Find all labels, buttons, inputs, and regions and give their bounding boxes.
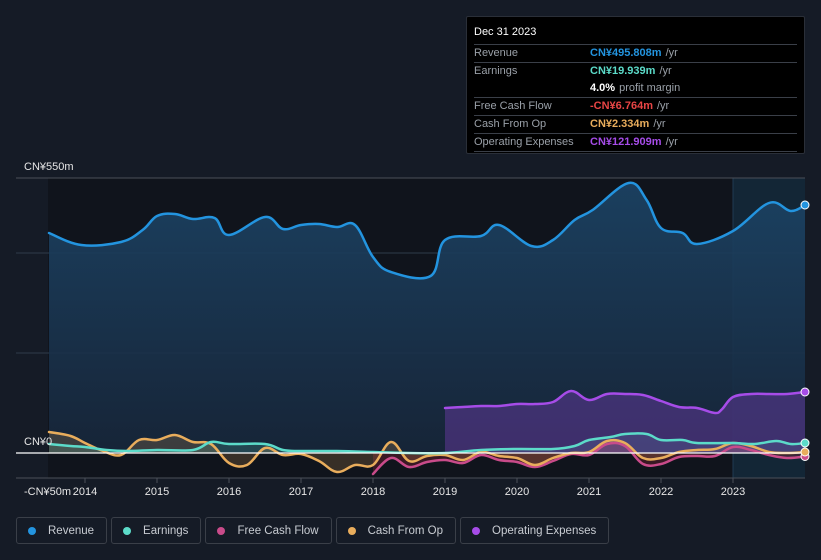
tooltip-label: Revenue	[474, 47, 519, 59]
legend-item-cash-from-op[interactable]: Cash From Op	[335, 517, 457, 544]
earnings-end-marker	[800, 438, 810, 448]
legend-dot-icon	[217, 526, 226, 535]
tooltip-label	[474, 80, 590, 97]
legend-dot-icon	[123, 526, 132, 535]
x-tick-label: 2021	[577, 486, 601, 498]
x-tick-label: 2014	[73, 486, 97, 498]
tooltip-label: Cash From Op	[474, 118, 547, 130]
tooltip-value: CN¥495.808m	[590, 47, 662, 59]
x-tick-label: 2019	[433, 486, 457, 498]
x-tick-label: 2023	[721, 486, 745, 498]
legend-dot-icon	[472, 526, 481, 535]
legend-item-earnings[interactable]: Earnings	[111, 517, 202, 544]
legend-dot-icon	[347, 526, 356, 535]
legend-label: Free Cash Flow	[237, 524, 319, 537]
tooltip-row: 4.0% profit margin	[474, 80, 797, 98]
y-tick-label: CN¥0	[24, 436, 52, 448]
x-axis: 2014 2015 2016 2017 2018 2019 2020 2021 2022 2023	[73, 478, 745, 498]
tooltip-rows: Revenue CN¥495.808m/yr Earnings CN¥19.939m /…	[474, 45, 797, 152]
x-tick-label: 2017	[289, 486, 313, 498]
tooltip-row: Free Cash Flow -CN¥6.764m/yr	[474, 98, 797, 116]
tooltip-unit: /yr	[653, 118, 666, 130]
tooltip-label: Operating Expenses	[474, 136, 574, 148]
tooltip-value: 4.0%	[590, 82, 616, 94]
tooltip-row: Operating Expenses CN¥121.909m/yr	[474, 134, 797, 152]
tooltip-value: CN¥2.334m	[590, 118, 650, 130]
legend-dot-icon	[28, 526, 36, 535]
legend-label: Operating Expenses	[492, 524, 597, 537]
revenue-end-marker	[800, 200, 810, 210]
tooltip-row: Revenue CN¥495.808m/yr	[474, 45, 797, 63]
tooltip-unit: profit margin	[619, 82, 681, 94]
tooltip-value: CN¥19.939m	[590, 65, 656, 77]
x-tick-label: 2020	[505, 486, 529, 498]
tooltip-row: Cash From Op CN¥2.334m/yr	[474, 116, 797, 134]
tooltip-label: Earnings	[474, 65, 518, 77]
operating-expenses-end-marker	[800, 387, 810, 397]
x-tick-label: 2015	[145, 486, 169, 498]
x-tick-label: 2018	[361, 486, 385, 498]
tooltip-value: CN¥121.909m	[590, 136, 662, 148]
legend-item-free-cash-flow[interactable]: Free Cash Flow	[205, 517, 332, 544]
legend-item-revenue[interactable]: Revenue	[16, 517, 108, 544]
legend-item-operating-expenses[interactable]: Operating Expenses	[460, 517, 610, 544]
legend: Revenue Earnings Free Cash Flow Cash From O…	[16, 517, 610, 544]
tooltip-date: Dec 31 2023	[474, 25, 797, 45]
legend-label: Revenue	[48, 524, 95, 537]
tooltip-row: Earnings CN¥19.939m/yr	[474, 63, 797, 80]
tooltip-label: Free Cash Flow	[474, 100, 552, 112]
tooltip-unit: /yr	[665, 136, 678, 148]
tooltip-unit: /yr	[665, 47, 678, 59]
tooltip-unit: /yr	[659, 65, 672, 77]
x-tick-label: 2016	[217, 486, 241, 498]
legend-label: Earnings	[143, 524, 189, 537]
cash-from-op-end-marker	[800, 447, 810, 457]
legend-label: Cash From Op	[367, 524, 444, 537]
tooltip-unit: /yr	[656, 100, 670, 112]
y-tick-label: -CN¥50m	[24, 486, 71, 498]
x-tick-label: 2022	[649, 486, 673, 498]
tooltip: Dec 31 2023 Revenue CN¥495.808m/yr Earning…	[466, 16, 805, 154]
y-tick-label: CN¥550m	[24, 161, 74, 173]
tooltip-value: -CN¥6.764m	[590, 100, 653, 112]
